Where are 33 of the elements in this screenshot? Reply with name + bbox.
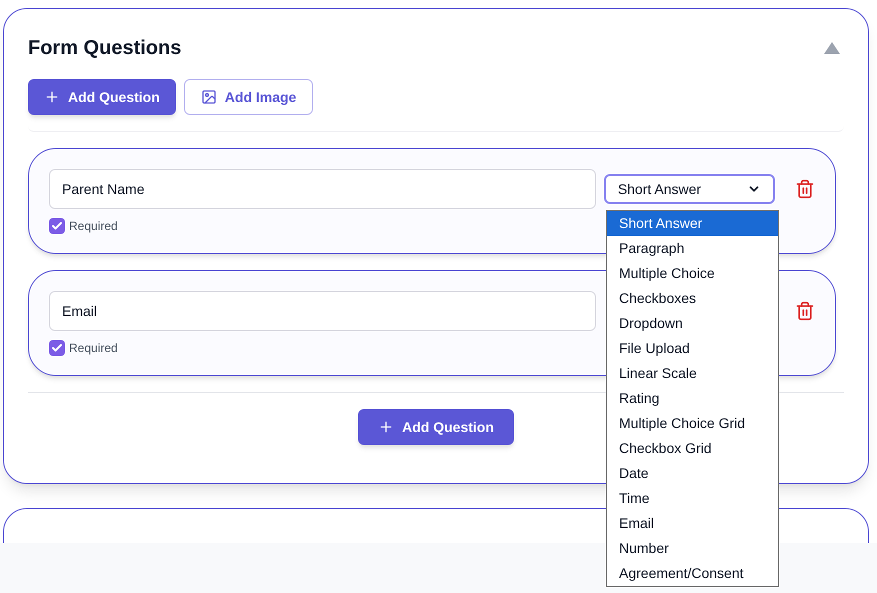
dropdown-option[interactable]: Number bbox=[607, 536, 778, 561]
check-icon bbox=[51, 342, 63, 354]
dropdown-option[interactable]: Rating bbox=[607, 386, 778, 411]
question-type-select[interactable]: Short Answer bbox=[604, 174, 776, 204]
dropdown-option[interactable]: Linear Scale bbox=[607, 361, 778, 386]
add-question-button[interactable]: Add Question bbox=[28, 79, 176, 115]
question-input-field[interactable]: Parent Name bbox=[49, 169, 596, 209]
dropdown-option[interactable]: Checkboxes bbox=[607, 286, 778, 311]
dropdown-option[interactable]: Dropdown bbox=[607, 311, 778, 336]
dropdown-option[interactable]: File Upload bbox=[607, 336, 778, 361]
required-checkbox[interactable] bbox=[49, 340, 65, 356]
question-input-field[interactable]: Email bbox=[49, 291, 596, 331]
dropdown-option[interactable]: Paragraph bbox=[607, 236, 778, 261]
required-label: Required bbox=[69, 218, 118, 235]
dropdown-option[interactable]: Time bbox=[607, 486, 778, 511]
add-image-button[interactable]: Add Image bbox=[184, 79, 314, 115]
collapse-triangle-icon[interactable] bbox=[824, 42, 840, 54]
dropdown-option[interactable]: Agreement/Consent bbox=[607, 561, 778, 586]
dropdown-option[interactable]: Checkbox Grid bbox=[607, 436, 778, 461]
required-label: Required bbox=[69, 340, 118, 357]
plus-icon bbox=[44, 89, 60, 105]
dropdown-option[interactable]: Short Answer bbox=[607, 211, 778, 236]
delete-icon[interactable] bbox=[795, 179, 816, 199]
check-icon bbox=[51, 220, 63, 232]
dropdown-option[interactable]: Multiple Choice Grid bbox=[607, 411, 778, 436]
image-icon bbox=[200, 89, 217, 105]
delete-icon[interactable] bbox=[795, 301, 816, 321]
dropdown-option[interactable]: Email bbox=[607, 511, 778, 536]
section-title: Form Questions bbox=[28, 36, 182, 61]
add-question-button[interactable]: Add Question bbox=[358, 409, 514, 445]
dropdown-option[interactable]: Multiple Choice bbox=[607, 261, 778, 286]
dropdown-option[interactable]: Date bbox=[607, 461, 778, 486]
required-checkbox[interactable] bbox=[49, 218, 65, 234]
